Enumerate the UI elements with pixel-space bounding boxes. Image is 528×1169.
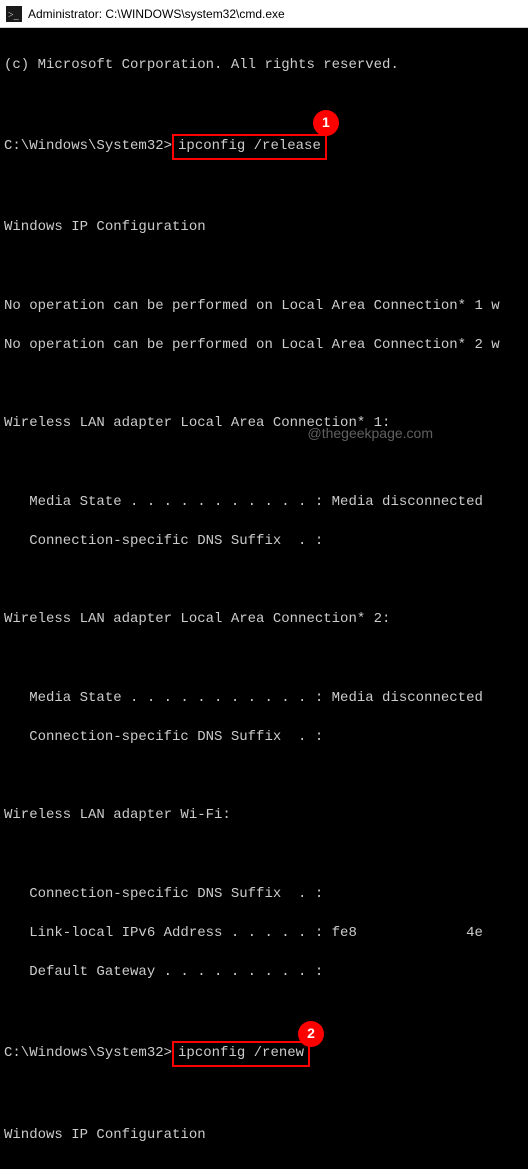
wifi-gateway: Default Gateway . . . . . . . . . : xyxy=(4,963,524,983)
terminal-output[interactable]: (c) Microsoft Corporation. All rights re… xyxy=(0,28,528,1169)
wifi-dns: Connection-specific DNS Suffix . : xyxy=(4,885,524,905)
blank-line xyxy=(4,258,524,278)
ipconfig-header-2: Windows IP Configuration xyxy=(4,1126,524,1146)
cmd-icon: >_ xyxy=(6,6,22,22)
prompt-line-2: C:\Windows\System32>ipconfig /renew2 xyxy=(4,1041,524,1067)
prompt-path: C:\Windows\System32> xyxy=(4,1045,172,1061)
window-titlebar[interactable]: >_ Administrator: C:\WINDOWS\system32\cm… xyxy=(0,0,528,28)
command-highlight-2: ipconfig /renew2 xyxy=(172,1041,310,1067)
prompt-path: C:\Windows\System32> xyxy=(4,138,172,154)
noop-line-1: No operation can be performed on Local A… xyxy=(4,297,524,317)
blank-line xyxy=(4,375,524,395)
wlan1-header: Wireless LAN adapter Local Area Connecti… xyxy=(4,414,524,434)
watermark: @thegeekpage.com xyxy=(307,425,433,441)
window-title: Administrator: C:\WINDOWS\system32\cmd.e… xyxy=(28,7,285,21)
wifi-ipv6: Link-local IPv6 Address . . . . . : fe8 … xyxy=(4,924,524,944)
blank-line xyxy=(4,845,524,865)
blank-line xyxy=(4,1086,524,1106)
blank-line xyxy=(4,95,524,115)
annotation-badge-1: 1 xyxy=(313,110,339,136)
blank-line xyxy=(4,179,524,199)
blank-line xyxy=(4,649,524,669)
wlan1-dns: Connection-specific DNS Suffix . : xyxy=(4,532,524,552)
copyright-line: (c) Microsoft Corporation. All rights re… xyxy=(4,56,524,76)
blank-line xyxy=(4,1002,524,1022)
ipconfig-header: Windows IP Configuration xyxy=(4,218,524,238)
blank-line xyxy=(4,767,524,787)
wlan2-header: Wireless LAN adapter Local Area Connecti… xyxy=(4,610,524,630)
prompt-line-1: C:\Windows\System32>ipconfig /release1 xyxy=(4,134,524,160)
svg-text:>_: >_ xyxy=(8,10,20,21)
command-highlight-1: ipconfig /release1 xyxy=(172,134,327,160)
wifi-header: Wireless LAN adapter Wi-Fi: xyxy=(4,806,524,826)
blank-line xyxy=(4,453,524,473)
noop-line-2: No operation can be performed on Local A… xyxy=(4,336,524,356)
annotation-badge-2: 2 xyxy=(298,1021,324,1047)
wlan2-media: Media State . . . . . . . . . . . : Medi… xyxy=(4,689,524,709)
wlan2-dns: Connection-specific DNS Suffix . : xyxy=(4,728,524,748)
blank-line xyxy=(4,571,524,591)
wlan1-media: Media State . . . . . . . . . . . : Medi… xyxy=(4,493,524,513)
command-text-2: ipconfig /renew xyxy=(178,1045,304,1061)
command-text-1: ipconfig /release xyxy=(178,138,321,154)
